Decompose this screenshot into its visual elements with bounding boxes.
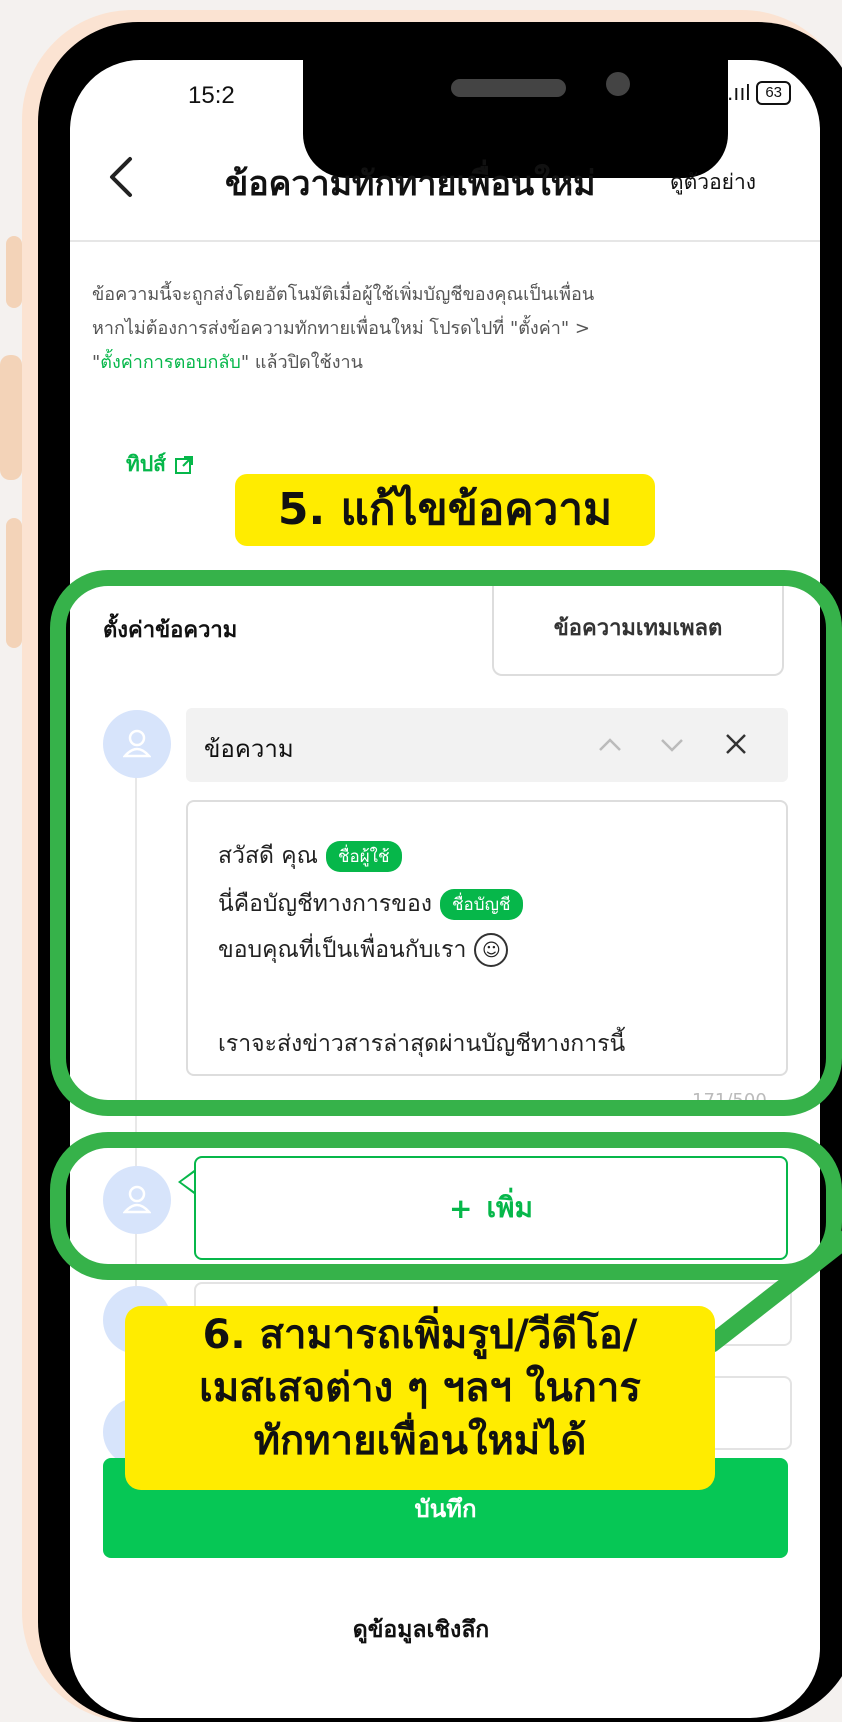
- callout-step-6-line: เมสเสจต่าง ๆ ฯลฯ ในการ: [199, 1365, 641, 1411]
- callout-step-6: 6. สามารถเพิ่มรูป/วีดีโอ/ เมสเสจต่าง ๆ ฯ…: [125, 1306, 715, 1490]
- callout-step-6-line: 6. สามารถเพิ่มรูป/วีดีโอ/: [202, 1312, 638, 1358]
- highlight-add-button: [50, 1132, 842, 1280]
- description-line-2: หากไม่ต้องการส่งข้อความทักทายเพื่อนใหม่ …: [92, 318, 590, 339]
- front-camera: [606, 72, 630, 96]
- decor-tab: [0, 355, 22, 480]
- external-link-icon: [175, 455, 193, 474]
- view-insights-link[interactable]: ดูข้อมูลเชิงลึก: [0, 1612, 842, 1648]
- battery-icon: 63: [756, 81, 792, 105]
- back-chevron-icon[interactable]: [100, 145, 144, 209]
- description-line-3-rest: " แล้วปิดใช้งาน: [240, 352, 363, 373]
- description-line-1: ข้อความนี้จะถูกส่งโดยอัตโนมัติเมื่อผู้ใช…: [92, 284, 595, 305]
- page-title: ข้อความทักทายเพื่อนใหม่: [225, 164, 596, 204]
- reply-settings-link[interactable]: ตั้งค่าการตอบกลับ: [100, 352, 241, 373]
- status-time: 15:2: [188, 82, 235, 109]
- highlight-edit-message: [50, 570, 842, 1116]
- speaker-grille: [451, 79, 566, 97]
- decor-tab: [6, 518, 22, 648]
- tips-link[interactable]: ทิปส์: [126, 448, 194, 481]
- preview-link[interactable]: ดูตัวอย่าง: [670, 166, 756, 199]
- description-line-3: "ตั้งค่าการตอบกลับ" แล้วปิดใช้งาน: [92, 346, 807, 380]
- callout-step-5: 5. แก้ไขข้อความ: [235, 474, 655, 546]
- callout-step-6-line: ทักทายเพื่อนใหม่ได้: [253, 1418, 587, 1464]
- decor-tab: [6, 236, 22, 308]
- tips-label: ทิปส์: [126, 452, 166, 476]
- description-text: ข้อความนี้จะถูกส่งโดยอัตโนมัติเมื่อผู้ใช…: [92, 278, 807, 380]
- header-divider: [70, 240, 820, 242]
